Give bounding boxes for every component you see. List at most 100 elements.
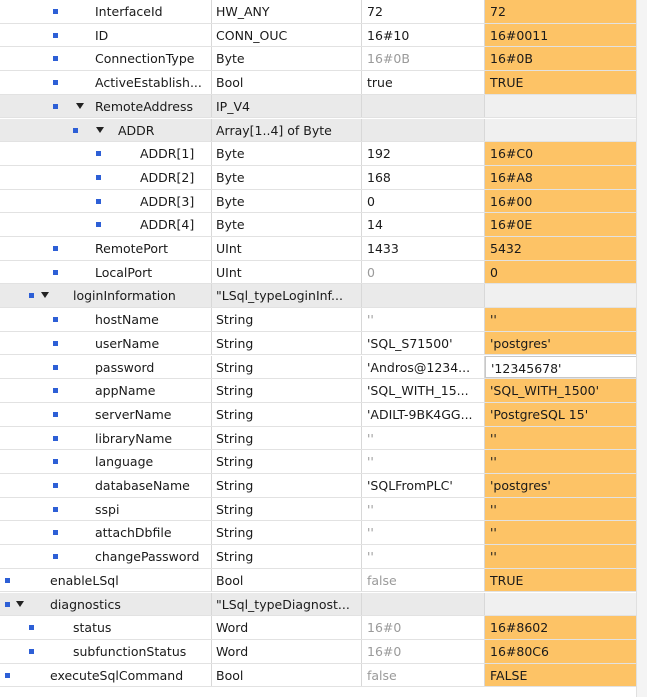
table-row[interactable]: enableLSql Bool false TRUE xyxy=(0,568,637,593)
table-row[interactable]: RemotePort UInt 1433 5432 xyxy=(0,237,637,261)
start-value-cell[interactable]: 0 xyxy=(362,189,485,213)
expand-caret-icon[interactable] xyxy=(76,102,84,109)
table-row[interactable]: ADDR[4] Byte 14 16#0E xyxy=(0,213,637,237)
start-value-cell[interactable]: 14 xyxy=(362,213,485,236)
member-icon xyxy=(96,222,101,228)
table-row[interactable]: attachDbfile String '' '' xyxy=(0,521,637,546)
table-row[interactable]: ConnectionType Byte 16#0B 16#0B xyxy=(0,47,637,72)
monitor-value-cell[interactable]: 16#0011 xyxy=(485,23,637,47)
monitor-value-cell[interactable]: '' xyxy=(485,426,637,450)
variable-name: ADDR[4] xyxy=(140,217,195,233)
monitor-value-cell[interactable] xyxy=(485,284,637,308)
member-icon xyxy=(53,103,58,109)
start-value-cell[interactable]: 'Andros@1234... xyxy=(362,355,485,379)
start-value-cell[interactable]: '' xyxy=(362,497,485,521)
start-value-cell[interactable]: true xyxy=(362,71,485,94)
monitor-value-cell[interactable]: TRUE xyxy=(485,568,637,592)
expand-caret-icon[interactable] xyxy=(41,292,49,299)
table-row[interactable]: ADDR[1] Byte 192 16#C0 xyxy=(0,142,637,166)
monitor-value-cell[interactable]: 'SQL_WITH_1500' xyxy=(485,379,637,402)
start-value-cell[interactable]: '' xyxy=(362,521,485,545)
member-icon xyxy=(53,9,58,14)
table-row[interactable]: ID CONN_OUC 16#10 16#0011 xyxy=(0,23,637,48)
monitor-value-cell[interactable]: '' xyxy=(485,450,637,473)
start-value-cell[interactable]: 'SQLFromPLC' xyxy=(362,474,485,497)
monitor-value-cell[interactable]: '12345678' xyxy=(485,355,637,379)
table-row[interactable]: executeSqlCommand Bool false FALSE xyxy=(0,663,637,688)
monitor-value-cell[interactable]: 16#0E xyxy=(485,213,637,236)
table-row[interactable]: changePassword String '' '' xyxy=(0,545,637,569)
table-row[interactable]: libraryName String '' '' xyxy=(0,426,637,451)
table-row[interactable]: language String '' '' xyxy=(0,450,637,474)
monitor-value-cell[interactable]: 16#A8 xyxy=(485,165,637,189)
table-row[interactable]: status Word 16#0 16#8602 xyxy=(0,616,637,640)
monitor-value-cell[interactable]: 'postgres' xyxy=(485,331,637,355)
monitor-value-cell[interactable]: 16#80C6 xyxy=(485,639,637,663)
monitor-value-cell[interactable]: 'PostgreSQL 15' xyxy=(485,402,637,426)
data-type-cell: Byte xyxy=(212,165,362,189)
expand-caret-icon[interactable] xyxy=(96,126,104,133)
table-row[interactable]: serverName String 'ADILT-9BK4GG... 'Postgre… xyxy=(0,402,637,427)
table-row[interactable]: databaseName String 'SQLFromPLC''postgres' xyxy=(0,474,637,498)
start-value-cell[interactable]: '' xyxy=(362,426,485,450)
start-value-cell[interactable]: 0 xyxy=(362,260,485,284)
start-value-cell[interactable] xyxy=(362,118,485,142)
table-row[interactable]: ActiveEstablish... Bool true TRUE xyxy=(0,71,637,95)
monitor-value-cell[interactable]: 0 xyxy=(485,260,637,284)
table-row[interactable]: LocalPort UInt 0 0 xyxy=(0,260,637,285)
monitor-value-cell[interactable]: 72 xyxy=(485,0,637,23)
table-row[interactable]: sspi String '' '' xyxy=(0,497,637,522)
table-row[interactable]: password String 'Andros@1234... '12345678' xyxy=(0,355,637,380)
start-value-cell[interactable] xyxy=(362,284,485,308)
start-value-cell[interactable]: '' xyxy=(362,308,485,331)
table-row[interactable]: ADDR Array[1..4] of Byte xyxy=(0,118,637,143)
start-value-cell[interactable] xyxy=(362,592,485,616)
start-value-cell[interactable]: 'SQL_WITH_15... xyxy=(362,379,485,402)
monitor-value-cell[interactable]: '' xyxy=(485,308,637,331)
monitor-value-cell[interactable] xyxy=(485,592,637,616)
start-value-cell[interactable]: 192 xyxy=(362,142,485,165)
monitor-value-cell[interactable]: 16#00 xyxy=(485,189,637,213)
monitor-value-cell[interactable] xyxy=(485,118,637,142)
start-value-cell[interactable]: '' xyxy=(362,545,485,568)
monitor-value-cell[interactable]: '' xyxy=(485,497,637,521)
table-row[interactable]: ADDR[2] Byte 168 16#A8 xyxy=(0,165,637,190)
table-row[interactable]: InterfaceId HW_ANY 72 72 xyxy=(0,0,637,24)
start-value-cell[interactable]: 168 xyxy=(362,165,485,189)
table-row[interactable]: hostName String '' '' xyxy=(0,308,637,332)
monitor-value-cell[interactable]: TRUE xyxy=(485,71,637,94)
data-type-cell: Byte xyxy=(212,213,362,236)
monitor-value-cell[interactable]: '' xyxy=(485,545,637,568)
monitor-value-cell[interactable] xyxy=(485,94,637,118)
start-value-cell[interactable]: 16#10 xyxy=(362,23,485,47)
table-row[interactable]: loginInformation "LSql_typeLoginInf... xyxy=(0,284,637,309)
expand-caret-icon[interactable] xyxy=(16,600,24,607)
start-value-cell[interactable]: 'SQL_S71500' xyxy=(362,331,485,355)
monitor-value-cell[interactable]: 16#0B xyxy=(485,47,637,71)
monitor-value-cell[interactable]: 'postgres' xyxy=(485,474,637,497)
start-value-cell[interactable]: 72 xyxy=(362,0,485,23)
monitor-value-cell[interactable]: 16#C0 xyxy=(485,142,637,165)
start-value-cell[interactable]: false xyxy=(362,663,485,687)
start-value-cell[interactable]: 16#0 xyxy=(362,639,485,663)
table-row[interactable]: diagnostics "LSql_typeDiagnost... xyxy=(0,592,637,617)
table-row[interactable]: ADDR[3] Byte 0 16#00 xyxy=(0,189,637,214)
start-value-cell[interactable]: 1433 xyxy=(362,237,485,260)
monitor-value-cell[interactable]: 5432 xyxy=(485,237,637,260)
monitor-value-cell[interactable]: 16#8602 xyxy=(485,616,637,639)
table-row[interactable]: RemoteAddress IP_V4 xyxy=(0,94,637,119)
member-icon xyxy=(53,364,58,370)
vertical-scrollbar[interactable] xyxy=(636,0,647,697)
data-type-cell: String xyxy=(212,497,362,521)
table-row[interactable]: appName String 'SQL_WITH_15... 'SQL_WITH_15… xyxy=(0,379,637,403)
start-value-cell[interactable] xyxy=(362,94,485,118)
start-value-cell[interactable]: 16#0B xyxy=(362,47,485,71)
table-row[interactable]: userName String 'SQL_S71500''postgres' xyxy=(0,331,637,356)
table-row[interactable]: subfunctionStatus Word 16#0 16#80C6 xyxy=(0,639,637,664)
monitor-value-cell[interactable]: FALSE xyxy=(485,663,637,687)
monitor-value-cell[interactable]: '' xyxy=(485,521,637,545)
start-value-cell[interactable]: false xyxy=(362,568,485,592)
start-value-cell[interactable]: 'ADILT-9BK4GG... xyxy=(362,402,485,426)
start-value-cell[interactable]: '' xyxy=(362,450,485,473)
start-value-cell[interactable]: 16#0 xyxy=(362,616,485,639)
